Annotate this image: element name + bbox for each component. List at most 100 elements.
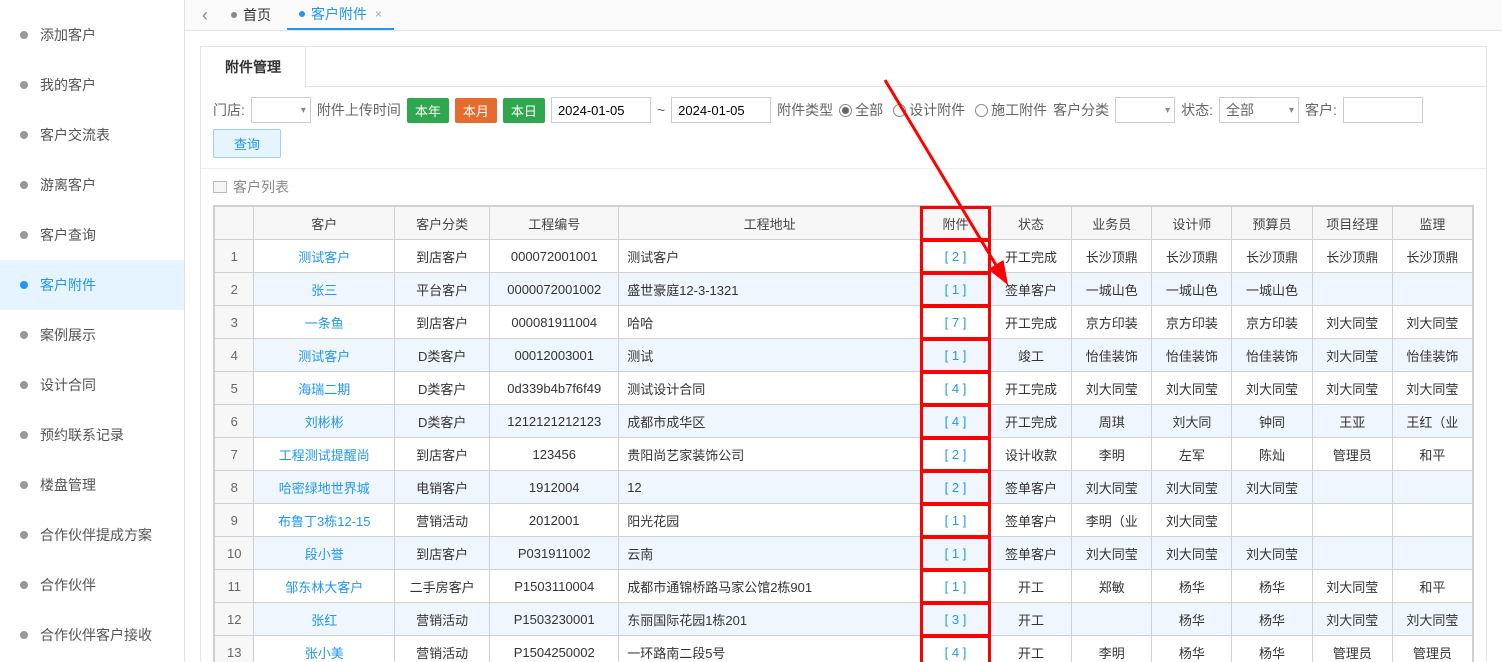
cell[interactable]: 一条鱼	[254, 306, 395, 339]
cell[interactable]: 测试客户	[254, 339, 395, 372]
cell[interactable]: [ 1 ]	[921, 504, 991, 537]
col-projno[interactable]: 工程编号	[490, 207, 619, 240]
cell[interactable]: 张三	[254, 273, 395, 306]
cell[interactable]: [ 3 ]	[921, 603, 991, 636]
cell[interactable]: 海瑞二期	[254, 372, 395, 405]
sidebar-item[interactable]: 客户附件	[0, 260, 184, 310]
close-icon[interactable]: ×	[375, 7, 382, 21]
attach-link[interactable]: [ 2 ]	[945, 249, 967, 264]
attach-link[interactable]: [ 4 ]	[945, 381, 967, 396]
customer-link[interactable]: 工程测试提醒尚	[279, 448, 370, 463]
attach-link[interactable]: [ 1 ]	[945, 348, 967, 363]
col-salesman[interactable]: 业务员	[1072, 207, 1152, 240]
table-row[interactable]: 12张红营销活动P1503230001东丽国际花园1栋201[ 3 ]开工杨华杨…	[215, 603, 1473, 636]
month-button[interactable]: 本月	[455, 98, 497, 123]
customer-link[interactable]: 测试客户	[298, 349, 350, 364]
col-pm[interactable]: 项目经理	[1312, 207, 1392, 240]
col-estimator[interactable]: 预算员	[1232, 207, 1312, 240]
table-row[interactable]: 2张三平台客户0000072001002盛世豪庭12-3-1321[ 1 ]签单…	[215, 273, 1473, 306]
attach-link[interactable]: [ 7 ]	[945, 315, 967, 330]
radio-construct[interactable]: 施工附件	[975, 100, 1047, 120]
cell[interactable]: [ 1 ]	[921, 273, 991, 306]
col-category[interactable]: 客户分类	[395, 207, 490, 240]
customer-input[interactable]	[1343, 97, 1423, 123]
table-row[interactable]: 7工程测试提醒尚到店客户123456贵阳尚艺家装饰公司[ 2 ]设计收款李明左军…	[215, 438, 1473, 471]
sidebar-item[interactable]: 案例展示	[0, 310, 184, 360]
query-button[interactable]: 查询	[213, 129, 281, 158]
sidebar-item[interactable]: 设计合同	[0, 360, 184, 410]
table-row[interactable]: 13张小美营销活动P1504250002一环路南二段5号[ 4 ]开工李明杨华杨…	[215, 636, 1473, 662]
cell[interactable]: 邹东林大客户	[254, 570, 395, 603]
table-row[interactable]: 11邹东林大客户二手房客户P1503110004成都市通锦桥路马家公馆2栋901…	[215, 570, 1473, 603]
sidebar-item[interactable]: 游离客户	[0, 160, 184, 210]
cell[interactable]: 布鲁丁3栋12-15	[254, 504, 395, 537]
cell[interactable]: [ 4 ]	[921, 405, 991, 438]
table-row[interactable]: 5海瑞二期D类客户0d339b4b7f6f49测试设计合同[ 4 ]开工完成刘大…	[215, 372, 1473, 405]
table-row[interactable]: 6刘彬彬D类客户1212121212123成都市成华区[ 4 ]开工完成周琪刘大…	[215, 405, 1473, 438]
day-button[interactable]: 本日	[503, 98, 545, 123]
cell[interactable]: [ 7 ]	[921, 306, 991, 339]
sidebar-item[interactable]: 合作伙伴客户接收	[0, 610, 184, 660]
col-attach[interactable]: 附件	[921, 207, 991, 240]
sidebar-item[interactable]: 客户查询	[0, 210, 184, 260]
cell[interactable]: [ 1 ]	[921, 537, 991, 570]
table-row[interactable]: 9布鲁丁3栋12-15营销活动2012001阳光花园[ 1 ]签单客户李明（业刘…	[215, 504, 1473, 537]
customer-link[interactable]: 海瑞二期	[298, 382, 350, 397]
tab[interactable]: 首页	[219, 1, 283, 29]
attach-link[interactable]: [ 1 ]	[945, 579, 967, 594]
attach-link[interactable]: [ 1 ]	[945, 546, 967, 561]
cell[interactable]: 张小美	[254, 636, 395, 662]
customer-link[interactable]: 段小誉	[305, 547, 344, 562]
cell[interactable]: [ 1 ]	[921, 570, 991, 603]
sidebar-item[interactable]: 我的客户	[0, 60, 184, 110]
attach-link[interactable]: [ 4 ]	[945, 414, 967, 429]
date-from-input[interactable]	[551, 97, 651, 123]
cell[interactable]: 测试客户	[254, 240, 395, 273]
attach-link[interactable]: [ 4 ]	[945, 645, 967, 660]
col-addr[interactable]: 工程地址	[619, 207, 921, 240]
sidebar-item[interactable]: 客户交流表	[0, 110, 184, 160]
sidebar-item[interactable]: 添加客户	[0, 10, 184, 60]
attach-link[interactable]: [ 1 ]	[945, 282, 967, 297]
attach-link[interactable]: [ 3 ]	[945, 612, 967, 627]
table-row[interactable]: 1测试客户到店客户000072001001测试客户[ 2 ]开工完成长沙顶鼎长沙…	[215, 240, 1473, 273]
cell[interactable]: [ 1 ]	[921, 339, 991, 372]
sidebar-item[interactable]: 合作伙伴提成方案	[0, 510, 184, 560]
year-button[interactable]: 本年	[407, 98, 449, 123]
sidebar-item[interactable]: 预约联系记录	[0, 410, 184, 460]
customer-link[interactable]: 测试客户	[298, 250, 350, 265]
customer-link[interactable]: 布鲁丁3栋12-15	[278, 514, 370, 529]
col-status[interactable]: 状态	[990, 207, 1071, 240]
col-customer[interactable]: 客户	[254, 207, 395, 240]
customer-link[interactable]: 张小美	[305, 646, 344, 661]
customer-link[interactable]: 哈密绿地世界城	[279, 481, 370, 496]
customer-link[interactable]: 一条鱼	[305, 316, 344, 331]
table-row[interactable]: 4测试客户D类客户00012003001测试[ 1 ]竣工怡佳装饰怡佳装饰怡佳装…	[215, 339, 1473, 372]
date-to-input[interactable]	[671, 97, 771, 123]
cell[interactable]: [ 2 ]	[921, 438, 991, 471]
cell[interactable]: [ 2 ]	[921, 471, 991, 504]
table-row[interactable]: 3一条鱼到店客户000081911004哈哈[ 7 ]开工完成京方印装京方印装京…	[215, 306, 1473, 339]
cell[interactable]: [ 4 ]	[921, 372, 991, 405]
col-supervisor[interactable]: 监理	[1392, 207, 1472, 240]
tab[interactable]: 客户附件×	[287, 0, 394, 30]
table-row[interactable]: 10段小誉到店客户P031911002云南[ 1 ]签单客户刘大同莹刘大同莹刘大…	[215, 537, 1473, 570]
attach-link[interactable]: [ 1 ]	[945, 513, 967, 528]
col-designer[interactable]: 设计师	[1152, 207, 1232, 240]
radio-design[interactable]: 设计附件	[893, 100, 965, 120]
customer-link[interactable]: 邹东林大客户	[285, 580, 363, 595]
table-row[interactable]: 8哈密绿地世界城电销客户191200412[ 2 ]签单客户刘大同莹刘大同莹刘大…	[215, 471, 1473, 504]
tab-back-icon[interactable]: ‹	[195, 5, 215, 26]
cell[interactable]: 刘彬彬	[254, 405, 395, 438]
store-dropdown[interactable]: ▾	[251, 97, 311, 123]
customer-link[interactable]: 张红	[311, 613, 337, 628]
section-tab-attach-manage[interactable]: 附件管理	[201, 47, 306, 87]
customer-link[interactable]: 刘彬彬	[305, 415, 344, 430]
attach-link[interactable]: [ 2 ]	[945, 480, 967, 495]
sidebar-item[interactable]: 楼盘管理	[0, 460, 184, 510]
attach-link[interactable]: [ 2 ]	[945, 447, 967, 462]
cell[interactable]: 段小誉	[254, 537, 395, 570]
cell[interactable]: 哈密绿地世界城	[254, 471, 395, 504]
customer-link[interactable]: 张三	[311, 283, 337, 298]
cust-cat-dropdown[interactable]: ▾	[1115, 97, 1175, 123]
